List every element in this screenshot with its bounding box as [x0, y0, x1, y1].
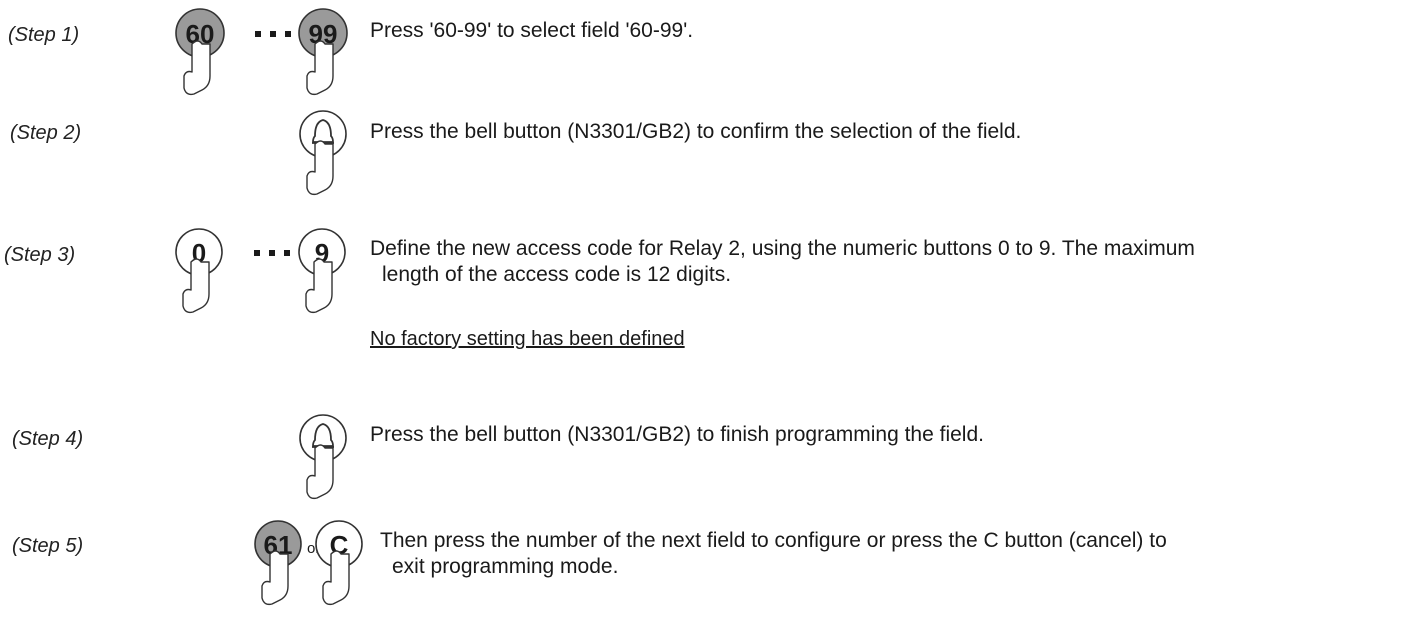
step-description: Press the bell button (N3301/GB2) to fin… [370, 423, 984, 446]
button-60-icon: 60 [175, 8, 225, 96]
dots-connector [255, 31, 291, 37]
description-line-1: Then press the number of the next field … [380, 529, 1167, 552]
step-description: Then press the number of the next field … [380, 528, 1410, 580]
step-2: (Step 2) Press the bell button (N3301/GB… [0, 110, 1410, 212]
description-line-2: length of the access code is 12 digits. [382, 263, 732, 286]
bell-icon [299, 414, 347, 500]
factory-setting-note: No factory setting has been defined [370, 328, 685, 350]
dots-connector [254, 250, 290, 256]
step-1: (Step 1) 60 99 Press '60-99' to select f… [0, 0, 1410, 100]
description-line-2: exit programming mode. [392, 555, 619, 578]
step-2-button-icons [299, 110, 347, 196]
description-line-1: Define the new access code for Relay 2, … [370, 237, 1195, 260]
step-5-button-icons: 61 or C [254, 520, 363, 606]
step-description: Press the bell button (N3301/GB2) to con… [370, 120, 1022, 143]
step-5: (Step 5) 61 or C Then press the number o… [0, 520, 1410, 620]
button-0-icon: 0 [175, 228, 223, 314]
step-3: (Step 3) 0 9 Define the new access code … [0, 228, 1410, 370]
button-c-icon: C [315, 520, 363, 606]
step-description: Press '60-99' to select field '60-99'. [370, 19, 694, 42]
button-9-icon: 9 [298, 228, 346, 314]
button-61-icon: 61 [254, 520, 302, 606]
button-99-icon: 99 [298, 8, 348, 96]
step-4: (Step 4) Press the bell button (N3301/GB… [0, 414, 1410, 518]
step-4-button-icons [299, 414, 347, 500]
bell-icon [299, 110, 347, 196]
step-3-button-icons: 0 9 [175, 228, 346, 314]
step-1-button-icons: 60 99 [175, 8, 348, 96]
step-description: Define the new access code for Relay 2, … [370, 236, 1400, 288]
